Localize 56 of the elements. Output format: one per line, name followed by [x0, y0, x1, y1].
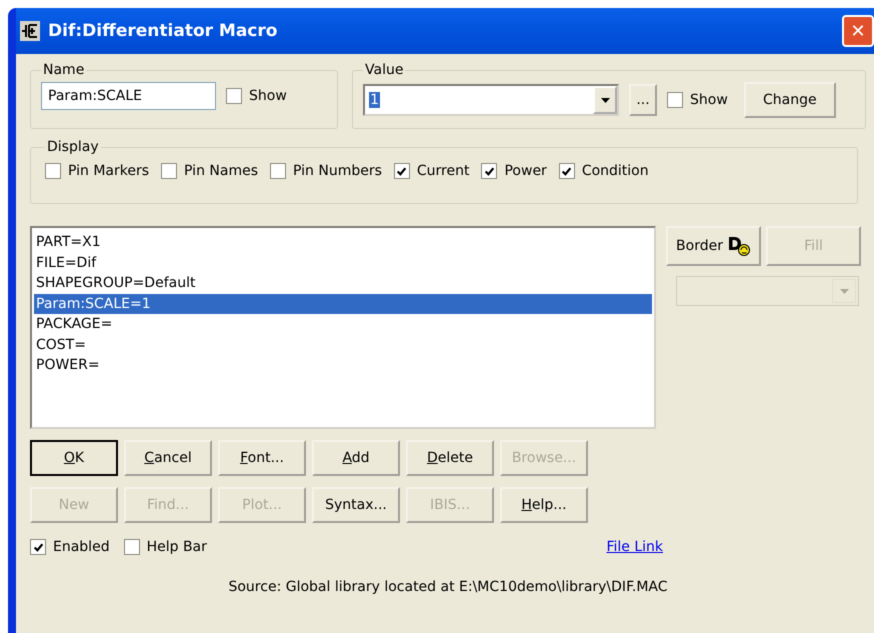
dialog-button[interactable]: Delete	[406, 440, 494, 476]
check-icon	[32, 542, 44, 552]
checkbox-label: Power	[504, 163, 547, 179]
dialog-button[interactable]: Add	[312, 440, 400, 476]
checkbox-label: Help Bar	[146, 539, 207, 555]
checkbox-label: Current	[416, 163, 470, 179]
list-item[interactable]: Param:SCALE=1	[34, 294, 652, 314]
checkbox-label: Pin Numbers	[293, 163, 382, 179]
group-label: Value	[364, 62, 404, 78]
file-link[interactable]: File Link	[606, 539, 663, 555]
paint-icon	[726, 235, 751, 257]
name-field[interactable]: Param:SCALE	[41, 82, 216, 110]
change-button[interactable]: Change	[744, 82, 836, 118]
checkbox-label: Enabled	[53, 539, 110, 555]
checkbox-label: Pin Markers	[68, 163, 150, 179]
dialog-button[interactable]: Cancel	[124, 440, 212, 476]
list-item[interactable]: POWER=	[34, 355, 652, 376]
list-item[interactable]: FILE=Dif	[34, 252, 652, 273]
caret-icon	[840, 288, 848, 294]
check-icon	[396, 166, 408, 176]
list-item[interactable]: COST=	[34, 334, 652, 355]
dropdown-button[interactable]	[593, 86, 617, 114]
checkbox[interactable]	[161, 163, 178, 179]
check-icon	[561, 166, 572, 176]
checkbox-label: Show	[249, 88, 287, 104]
checkbox[interactable]	[124, 539, 140, 555]
check-icon	[484, 166, 495, 176]
side-button[interactable]: Border	[666, 226, 761, 266]
close-button[interactable]: ✕	[842, 15, 874, 47]
dialog-button[interactable]: Syntax...	[312, 487, 400, 523]
checkbox[interactable]	[270, 163, 286, 179]
combo-value: 1	[369, 92, 380, 108]
checkbox-label: Pin Names	[184, 163, 258, 179]
browse-button[interactable]: ...	[629, 84, 657, 116]
checkbox-label: Condition	[582, 163, 649, 179]
checkbox[interactable]	[226, 88, 242, 104]
group-label: Name	[42, 62, 86, 78]
caret-icon	[600, 98, 610, 102]
checkbox-label: Show	[690, 92, 728, 108]
checkbox[interactable]	[45, 163, 61, 179]
group-label: Display	[46, 139, 100, 155]
list-item[interactable]: PACKAGE=	[34, 314, 652, 334]
dialog-button[interactable]: Font...	[218, 440, 306, 476]
window-title: Dif:Differentiator Macro	[48, 21, 278, 41]
source-text: Source: Global library located at E:\MC10demo\library\DIF.MAC	[227, 579, 669, 595]
list-item[interactable]: SHAPEGROUP=Default	[34, 273, 652, 294]
dialog-button[interactable]: Help...	[500, 487, 588, 523]
checkbox[interactable]	[481, 163, 498, 179]
checkbox[interactable]	[30, 539, 46, 555]
checkbox[interactable]	[667, 92, 683, 108]
checkbox[interactable]	[394, 163, 410, 179]
circuit-icon	[20, 21, 40, 41]
dialog-button[interactable]: OK	[30, 440, 118, 476]
value-combo[interactable]: 1	[363, 84, 619, 116]
list-item[interactable]: PART=X1	[34, 232, 652, 252]
checkbox[interactable]	[558, 163, 575, 179]
